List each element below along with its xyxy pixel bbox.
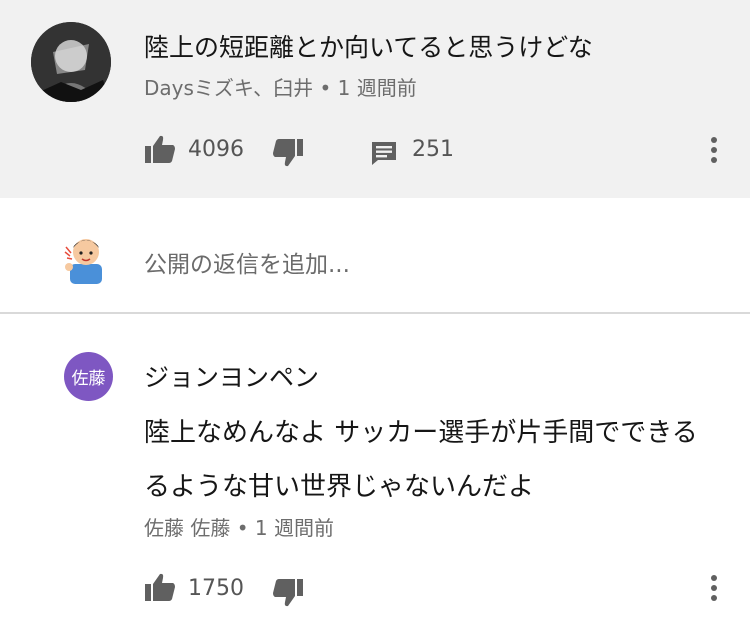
more-vert-icon[interactable] bbox=[708, 574, 720, 606]
like-count: 4096 bbox=[188, 137, 244, 162]
reply-count: 251 bbox=[412, 137, 454, 162]
reply-meta: 佐藤 佐藤 • 1 週間前 bbox=[144, 516, 334, 540]
thumb-up-icon[interactable] bbox=[144, 572, 176, 606]
reply-like-count: 1750 bbox=[188, 576, 244, 601]
reply-author-avatar[interactable]: 佐藤 bbox=[64, 352, 113, 401]
thumb-down-icon[interactable] bbox=[272, 578, 304, 612]
comment-meta: Daysミズキ、臼井 • 1 週間前 bbox=[144, 76, 417, 100]
more-vert-icon[interactable] bbox=[708, 136, 720, 168]
thumb-up-icon[interactable] bbox=[144, 134, 176, 168]
user-avatar-icon bbox=[64, 234, 108, 288]
divider bbox=[0, 312, 750, 314]
commenter-avatar[interactable] bbox=[31, 22, 111, 102]
reply-text-line-1: 陸上なめんなよ サッカー選手が片手間でできる bbox=[144, 418, 698, 448]
thumb-down-icon[interactable] bbox=[272, 138, 304, 172]
comment-icon[interactable] bbox=[370, 140, 398, 170]
reply-input[interactable]: 公開の返信を追加... bbox=[144, 245, 350, 279]
comment-text: 陸上の短距離とか向いてると思うけどな bbox=[144, 33, 593, 62]
reply-author-name[interactable]: ジョンヨンペン bbox=[144, 358, 319, 394]
highlighted-comment: 陸上の短距離とか向いてると思うけどな Daysミズキ、臼井 • 1 週間前 40… bbox=[0, 0, 750, 198]
reply-text-line-2: るような甘い世界じゃないんだよ bbox=[144, 472, 535, 502]
